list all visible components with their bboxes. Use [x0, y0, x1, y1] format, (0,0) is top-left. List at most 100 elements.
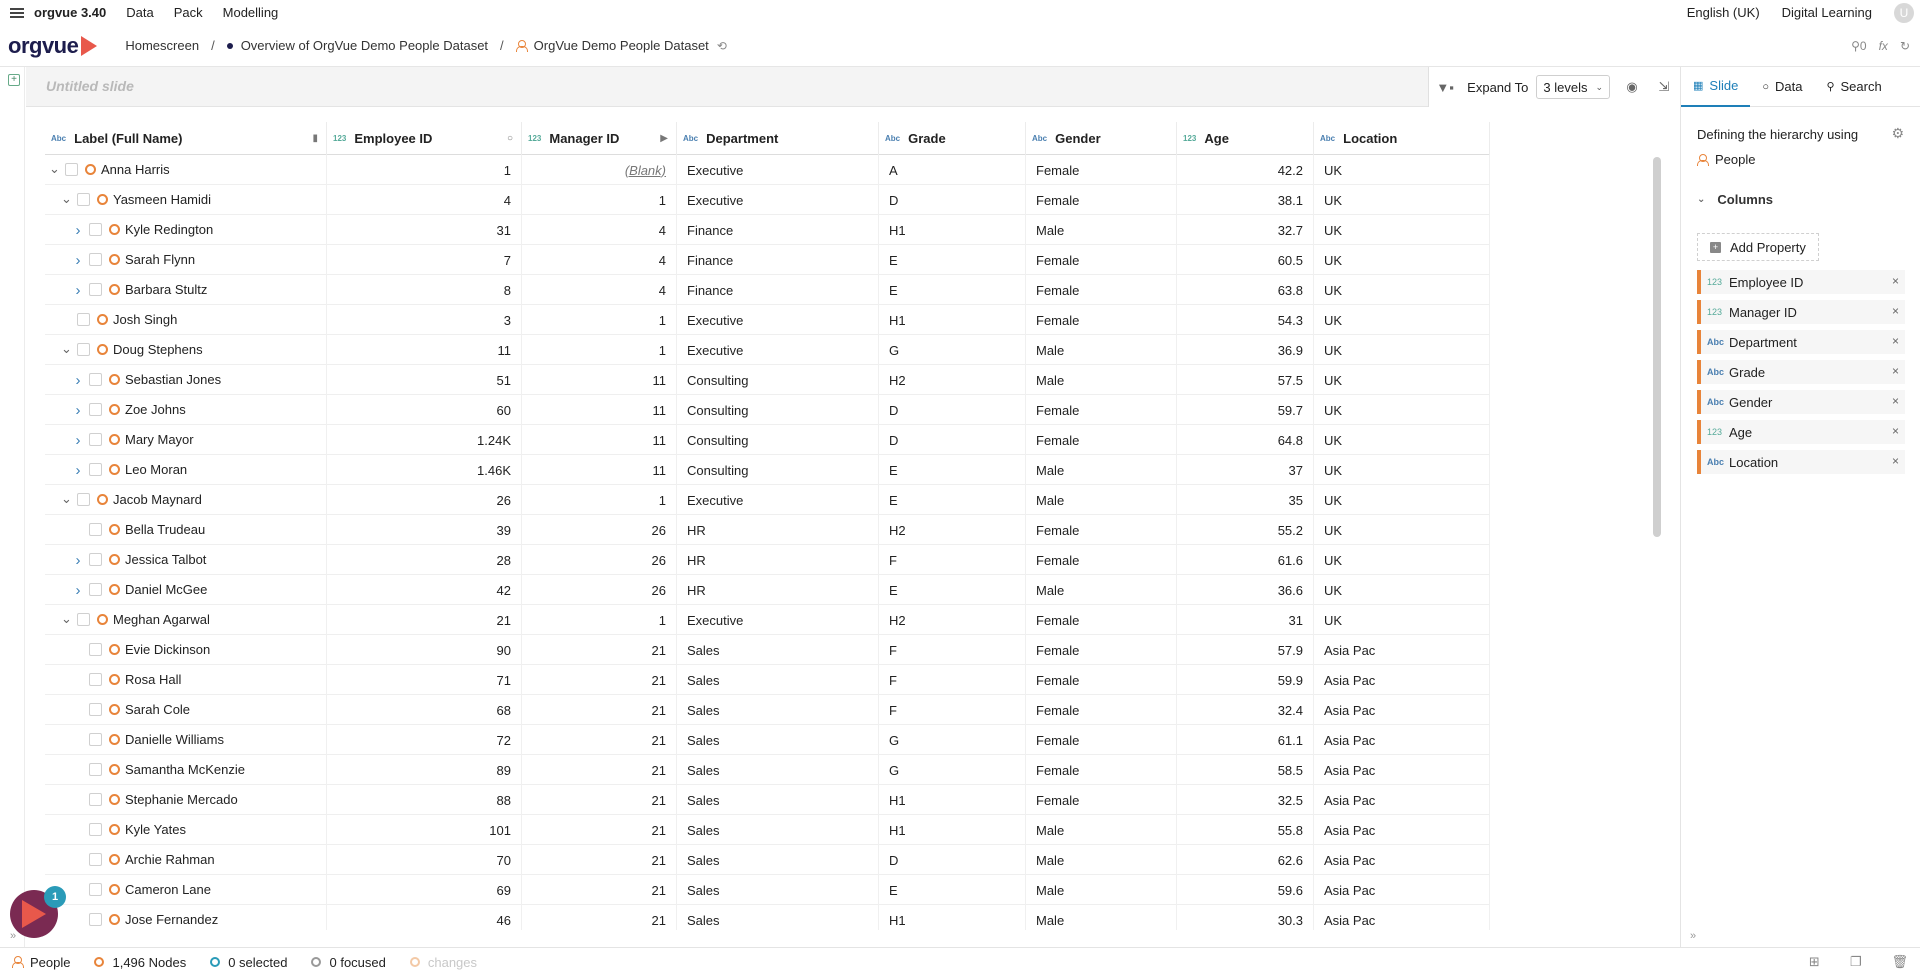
cell-gender[interactable]: Female	[1026, 155, 1177, 185]
cell-age[interactable]: 55.2	[1177, 515, 1314, 545]
cell-location[interactable]: Asia Pac	[1314, 905, 1490, 930]
cell-manager-id[interactable]: 21	[522, 695, 677, 725]
remove-property-icon[interactable]: ×	[1892, 274, 1899, 288]
cell-grade[interactable]: G	[879, 755, 1026, 785]
cell-age[interactable]: 32.7	[1177, 215, 1314, 245]
table-row[interactable]: › Zoe Johns 60 11 Consulting D Female 59.7 UK	[45, 395, 1490, 425]
row-checkbox[interactable]	[77, 613, 90, 626]
cell-age[interactable]: 59.9	[1177, 665, 1314, 695]
column-header-gender[interactable]: Abc Gender	[1026, 122, 1177, 155]
cell-manager-id[interactable]: 21	[522, 875, 677, 905]
cell-gender[interactable]: Male	[1026, 455, 1177, 485]
cell-label[interactable]: ⌄ Anna Harris	[45, 155, 327, 185]
row-checkbox[interactable]	[89, 523, 102, 536]
status-changes[interactable]: changes	[409, 955, 477, 970]
gear-icon[interactable]: ⚙	[1891, 125, 1904, 142]
table-row[interactable]: › Jessica Talbot 28 26 HR F Female 61.6 UK	[45, 545, 1490, 575]
cell-manager-id[interactable]: 4	[522, 245, 677, 275]
table-row[interactable]: Rosa Hall 71 21 Sales F Female 59.9 Asia Pac	[45, 665, 1490, 695]
cell-gender[interactable]: Male	[1026, 875, 1177, 905]
cell-manager-id[interactable]: 11	[522, 455, 677, 485]
row-checkbox[interactable]	[89, 373, 102, 386]
circle-icon[interactable]: ○	[507, 133, 513, 144]
user-avatar[interactable]: U	[1894, 2, 1914, 23]
hamburger-menu-icon[interactable]	[10, 7, 24, 18]
cell-department[interactable]: Finance	[677, 275, 879, 305]
cell-location[interactable]: Asia Pac	[1314, 785, 1490, 815]
cell-age[interactable]: 32.5	[1177, 785, 1314, 815]
cell-grade[interactable]: H2	[879, 365, 1026, 395]
cell-manager-id[interactable]: 21	[522, 785, 677, 815]
row-checkbox[interactable]	[77, 493, 90, 506]
cell-location[interactable]: Asia Pac	[1314, 845, 1490, 875]
cell-location[interactable]: UK	[1314, 485, 1490, 515]
table-row[interactable]: Stephanie Mercado 88 21 Sales H1 Female 32.5 As…	[45, 785, 1490, 815]
cell-department[interactable]: Consulting	[677, 455, 879, 485]
cell-employee-id[interactable]: 51	[327, 365, 522, 395]
row-checkbox[interactable]	[89, 553, 102, 566]
breadcrumb-overview[interactable]: Overview of OrgVue Demo People Dataset	[241, 38, 488, 53]
cell-employee-id[interactable]: 72	[327, 725, 522, 755]
cell-location[interactable]: UK	[1314, 215, 1490, 245]
cell-gender[interactable]: Female	[1026, 425, 1177, 455]
column-header-department[interactable]: Abc Department	[677, 122, 879, 155]
cell-gender[interactable]: Female	[1026, 275, 1177, 305]
cell-label[interactable]: Sarah Cole	[45, 695, 327, 725]
menu-item-pack[interactable]: Pack	[174, 5, 203, 20]
cell-label[interactable]: Danielle Williams	[45, 725, 327, 755]
cell-gender[interactable]: Male	[1026, 905, 1177, 930]
cell-department[interactable]: Sales	[677, 905, 879, 930]
hierarchy-dataset[interactable]: People	[1697, 152, 1755, 167]
cell-location[interactable]: UK	[1314, 425, 1490, 455]
refresh-icon[interactable]: ↻	[1900, 39, 1910, 53]
table-row[interactable]: Kyle Yates 101 21 Sales H1 Male 55.8 Asia Pac	[45, 815, 1490, 845]
cell-location[interactable]: UK	[1314, 455, 1490, 485]
cell-manager-id[interactable]: 1	[522, 605, 677, 635]
cell-age[interactable]: 36.9	[1177, 335, 1314, 365]
cell-grade[interactable]: H2	[879, 515, 1026, 545]
cell-department[interactable]: Executive	[677, 605, 879, 635]
cell-location[interactable]: UK	[1314, 575, 1490, 605]
table-row[interactable]: › Kyle Redington 31 4 Finance H1 Male 32.7 UK	[45, 215, 1490, 245]
cell-location[interactable]: UK	[1314, 155, 1490, 185]
cell-label[interactable]: ⌄ Doug Stephens	[45, 335, 327, 365]
table-row[interactable]: › Mary Mayor 1.24K 11 Consulting D Female 64.8 U…	[45, 425, 1490, 455]
remove-property-icon[interactable]: ×	[1892, 394, 1899, 408]
cell-department[interactable]: Sales	[677, 725, 879, 755]
cell-gender[interactable]: Male	[1026, 815, 1177, 845]
cell-age[interactable]: 55.8	[1177, 815, 1314, 845]
cell-employee-id[interactable]: 71	[327, 665, 522, 695]
expand-left-panel-icon[interactable]: »	[10, 930, 16, 942]
cell-gender[interactable]: Female	[1026, 185, 1177, 215]
cell-age[interactable]: 31	[1177, 605, 1314, 635]
cell-employee-id[interactable]: 8	[327, 275, 522, 305]
cell-employee-id[interactable]: 1.24K	[327, 425, 522, 455]
cell-label[interactable]: › Sebastian Jones	[45, 365, 327, 395]
row-checkbox[interactable]	[89, 763, 102, 776]
expand-chevron-icon[interactable]: ›	[73, 282, 83, 299]
cell-department[interactable]: Sales	[677, 695, 879, 725]
row-checkbox[interactable]	[89, 853, 102, 866]
row-checkbox[interactable]	[89, 223, 102, 236]
collapse-chevron-icon[interactable]: ⌄	[61, 191, 72, 207]
collapse-chevron-icon[interactable]: ⌄	[61, 491, 72, 507]
cell-department[interactable]: Sales	[677, 755, 879, 785]
expand-chevron-icon[interactable]: ›	[73, 432, 83, 449]
table-row[interactable]: Archie Rahman 70 21 Sales D Male 62.6 Asia Pac	[45, 845, 1490, 875]
cell-department[interactable]: Sales	[677, 665, 879, 695]
column-header-label[interactable]: Abc Label (Full Name) ▮	[45, 122, 327, 155]
cell-gender[interactable]: Female	[1026, 605, 1177, 635]
cell-location[interactable]: UK	[1314, 245, 1490, 275]
cell-employee-id[interactable]: 11	[327, 335, 522, 365]
expand-chevron-icon[interactable]: ›	[73, 462, 83, 479]
cell-manager-id[interactable]: 21	[522, 755, 677, 785]
tab-search[interactable]: ⚲ Search	[1814, 67, 1893, 107]
table-row[interactable]: ⌄ Yasmeen Hamidi 4 1 Executive D Female 38.1 UK	[45, 185, 1490, 215]
remove-property-icon[interactable]: ×	[1892, 364, 1899, 378]
collapse-chevron-icon[interactable]: ⌄	[61, 341, 72, 357]
export-icon[interactable]: ⇲	[1648, 67, 1680, 107]
table-row[interactable]: Cameron Lane 69 21 Sales E Male 59.6 Asia Pac	[45, 875, 1490, 905]
expand-chevron-icon[interactable]: ›	[73, 222, 83, 239]
table-row[interactable]: ⌄ Anna Harris 1 (Blank) Executive A Female 42.2…	[45, 155, 1490, 185]
cell-employee-id[interactable]: 39	[327, 515, 522, 545]
